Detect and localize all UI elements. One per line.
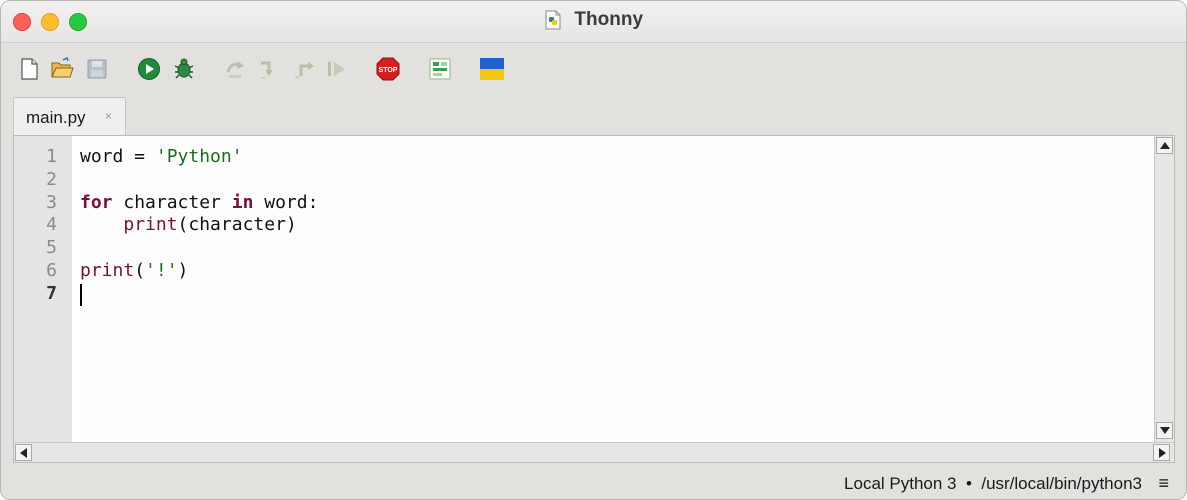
toolbar: STOP: [1, 44, 1186, 94]
down-arrow-icon: [1160, 427, 1170, 434]
up-arrow-icon: [1160, 142, 1170, 149]
scroll-right-button[interactable]: [1153, 444, 1170, 461]
left-arrow-icon: [20, 448, 27, 458]
window-title-area: Thonny: [1, 9, 1186, 31]
line-number: 4: [46, 214, 57, 235]
line-number: 3: [46, 192, 57, 213]
line-number-gutter: 1 2 3 4 5 6 7: [14, 136, 72, 442]
step-over-icon: [223, 56, 249, 82]
builtin-token: print: [123, 214, 178, 235]
thonny-window: Thonny STOP main.py × 1 2 3 4 5 6 7 word…: [0, 0, 1187, 500]
horizontal-scrollbar[interactable]: [14, 442, 1174, 462]
active-line-number: 7: [46, 283, 57, 304]
text-cursor: [80, 284, 82, 306]
svg-text:STOP: STOP: [379, 67, 398, 74]
line-number: 6: [46, 260, 57, 281]
code-token: (character): [177, 214, 297, 235]
title-bar[interactable]: Thonny: [1, 1, 1186, 43]
scroll-up-button[interactable]: [1156, 137, 1173, 154]
code-line[interactable]: print(character): [80, 214, 297, 235]
debug-bug-icon[interactable]: [171, 56, 197, 82]
right-arrow-icon: [1159, 448, 1166, 458]
scroll-down-button[interactable]: [1156, 422, 1173, 439]
code-token: word =: [80, 146, 156, 167]
line-number: 1: [46, 146, 57, 167]
ukraine-flag-icon[interactable]: [479, 56, 505, 82]
string-token: '!': [145, 260, 178, 281]
code-token: word:: [253, 192, 319, 213]
resume-icon: [324, 56, 350, 82]
code-editor[interactable]: 1 2 3 4 5 6 7 word = 'Python' for charact…: [13, 135, 1175, 463]
support-icon[interactable]: [427, 56, 453, 82]
tab-main-py[interactable]: main.py ×: [13, 97, 126, 135]
code-line[interactable]: print('!'): [80, 260, 188, 281]
string-token: 'Python': [155, 146, 243, 167]
code-line[interactable]: word = 'Python': [80, 146, 243, 167]
interpreter-status[interactable]: Local Python 3 • /usr/local/bin/python3: [844, 474, 1142, 494]
code-token: character: [112, 192, 232, 213]
keyword-token: in: [231, 192, 254, 213]
code-text-area[interactable]: word = 'Python' for character in word: pr…: [80, 136, 1152, 442]
step-out-icon: [291, 56, 317, 82]
scroll-left-button[interactable]: [15, 444, 32, 461]
keyword-token: for: [80, 192, 113, 213]
python-file-icon: [544, 10, 562, 30]
tab-close-icon[interactable]: ×: [105, 109, 112, 123]
code-token: (: [134, 260, 146, 281]
stop-icon[interactable]: STOP: [375, 56, 401, 82]
step-into-icon: [256, 56, 282, 82]
open-folder-icon[interactable]: [49, 56, 75, 82]
line-number: 2: [46, 169, 57, 190]
new-file-icon[interactable]: [16, 56, 42, 82]
tab-label: main.py: [26, 108, 86, 127]
window-title: Thonny: [574, 9, 644, 30]
builtin-token: print: [80, 260, 135, 281]
vertical-scrollbar[interactable]: [1154, 136, 1174, 442]
code-line[interactable]: for character in word:: [80, 192, 318, 213]
run-icon[interactable]: [136, 56, 162, 82]
status-bar: Local Python 3 • /usr/local/bin/python3 …: [1, 466, 1186, 499]
code-token: ): [177, 260, 189, 281]
line-number: 5: [46, 237, 57, 258]
hamburger-menu-icon[interactable]: ≡: [1158, 473, 1169, 494]
save-icon: [84, 56, 110, 82]
